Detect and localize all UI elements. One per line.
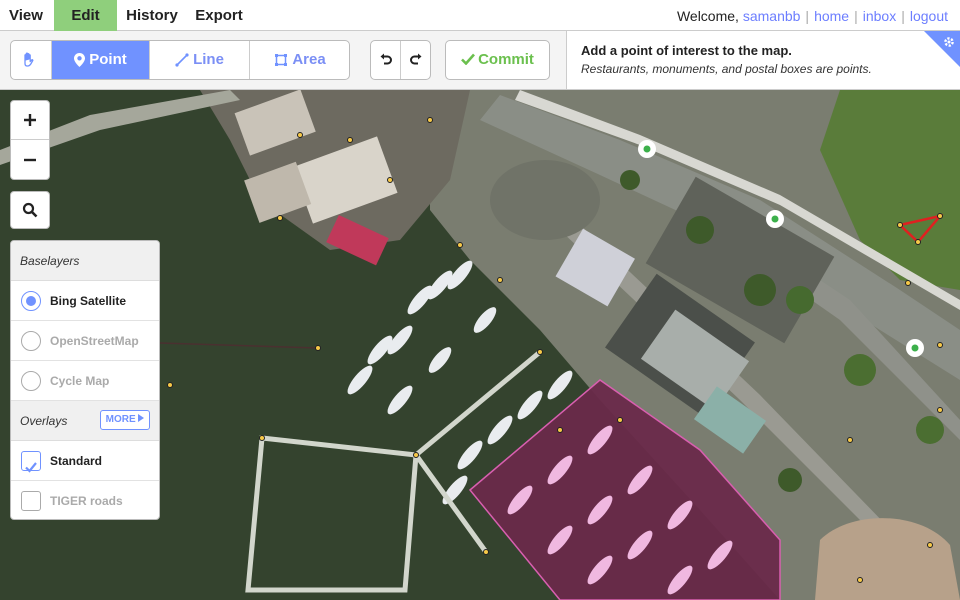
hand-icon (20, 51, 42, 68)
layer-switcher: Baselayers Bing Satellite OpenStreetMap … (10, 240, 160, 520)
inbox-link[interactable]: inbox (863, 8, 896, 24)
line-icon (175, 53, 189, 67)
overlay-tiger-roads[interactable]: TIGER roads (11, 481, 159, 519)
radio-icon[interactable] (21, 331, 41, 351)
redo-button[interactable] (401, 41, 430, 79)
help-title: Add a point of interest to the map. (581, 43, 792, 58)
settings-icon[interactable] (924, 31, 960, 67)
layer-label: Cycle Map (50, 374, 110, 388)
menu-view[interactable]: View (0, 0, 52, 31)
separator: | (901, 8, 905, 24)
browse-button[interactable] (11, 41, 51, 79)
commit-button[interactable]: Commit (445, 40, 550, 80)
search-location-button[interactable] (10, 191, 50, 229)
undo-button[interactable] (371, 41, 401, 79)
overlay-standard[interactable]: Standard (11, 441, 159, 481)
separator: | (805, 8, 810, 24)
checkbox-checked-icon[interactable] (21, 451, 41, 473)
top-menu-bar: View Edit History Export Welcome, samanb… (0, 0, 960, 31)
separator: | (854, 8, 858, 24)
search-icon (22, 202, 38, 218)
menu-history[interactable]: History (117, 0, 187, 31)
add-point-button[interactable]: Point (51, 41, 149, 79)
more-label: MORE (105, 414, 136, 425)
redo-icon (410, 53, 422, 65)
undo-icon (380, 53, 392, 65)
baselayers-heading: Baselayers (11, 241, 159, 281)
plus-icon (24, 114, 36, 126)
username-link[interactable]: samanbb (743, 8, 801, 24)
layer-openstreetmap[interactable]: OpenStreetMap (11, 321, 159, 361)
user-bar: Welcome, samanbb | home | inbox | logout (677, 0, 948, 31)
help-body: Restaurants, monuments, and postal boxes… (581, 62, 872, 76)
caret-right-icon (138, 414, 145, 422)
layer-label: Bing Satellite (50, 294, 127, 308)
edit-toolbar: Point Line Area Commit (0, 31, 566, 90)
home-link[interactable]: home (814, 8, 849, 24)
help-panel: Add a point of interest to the map. Rest… (566, 31, 960, 90)
overlays-label: Overlays (20, 414, 68, 428)
menu-export[interactable]: Export (187, 0, 251, 31)
overlay-label: TIGER roads (50, 494, 123, 508)
checkbox-icon[interactable] (21, 491, 41, 511)
point-label: Point (89, 51, 127, 68)
layer-cycle-map[interactable]: Cycle Map (11, 361, 159, 401)
welcome-text: Welcome, (676, 8, 739, 24)
zoom-in-button[interactable] (11, 101, 49, 140)
menu-edit[interactable]: Edit (54, 0, 117, 31)
zoom-out-button[interactable] (11, 140, 49, 179)
radio-selected-icon[interactable] (21, 291, 41, 311)
minus-icon (24, 158, 36, 161)
add-area-button[interactable]: Area (249, 41, 349, 79)
add-line-button[interactable]: Line (149, 41, 249, 79)
zoom-controls (10, 100, 50, 180)
layer-bing-satellite[interactable]: Bing Satellite (11, 281, 159, 321)
checkmark-icon (461, 53, 476, 66)
radio-icon[interactable] (21, 371, 41, 391)
layer-label: OpenStreetMap (50, 334, 139, 348)
undo-redo-buttons (370, 40, 431, 80)
overlays-heading: Overlays MORE (11, 401, 159, 441)
line-label: Line (193, 51, 224, 68)
point-icon (74, 53, 86, 68)
area-label: Area (292, 51, 326, 68)
mode-buttons: Point Line Area (10, 40, 350, 80)
overlay-label: Standard (50, 454, 103, 468)
commit-label: Commit (478, 51, 534, 68)
logout-link[interactable]: logout (910, 8, 948, 24)
area-icon (275, 54, 288, 67)
more-overlays-button[interactable]: MORE (100, 410, 150, 430)
